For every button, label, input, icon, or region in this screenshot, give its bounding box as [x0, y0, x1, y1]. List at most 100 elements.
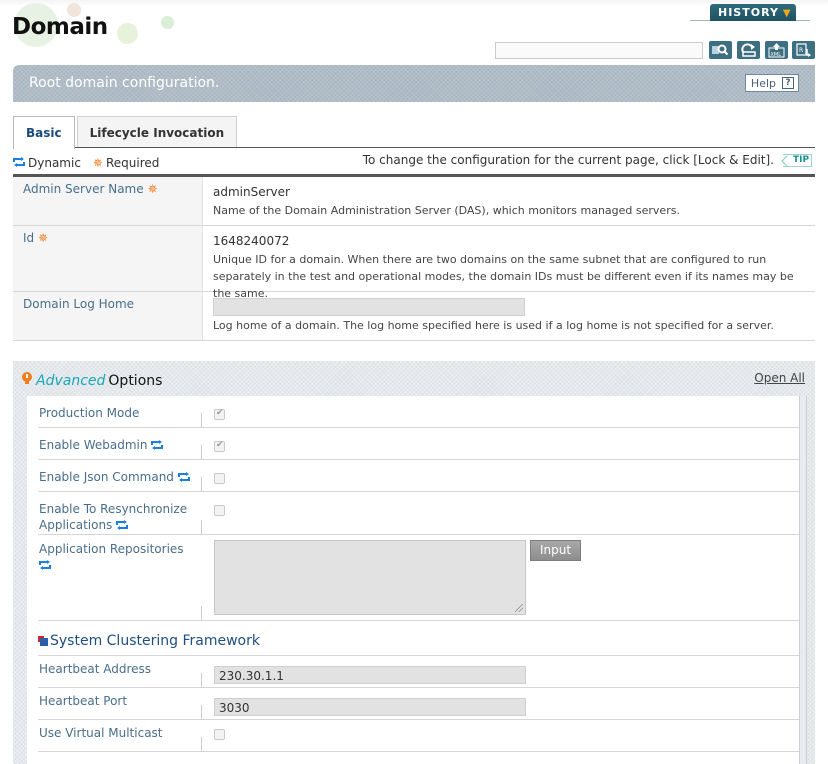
enable-json-command-checkbox[interactable] — [214, 473, 225, 484]
field-label-text: Use Virtual Multicast — [39, 726, 163, 740]
field-description: Log home of a domain. The log home speci… — [213, 319, 774, 332]
decorative-circle — [161, 16, 174, 29]
enable-resynchronize-checkbox[interactable] — [214, 505, 225, 516]
required-icon: ✵ — [38, 231, 49, 245]
refresh-button[interactable] — [737, 41, 760, 59]
dynamic-icon — [13, 156, 25, 170]
legend-required: ✵ Required — [93, 156, 159, 170]
search-button[interactable] — [709, 41, 732, 59]
field-enable-resynchronize-applications: Enable To Resynchronize Applications — [38, 492, 799, 535]
advanced-options-title: Advanced Options — [21, 372, 162, 389]
legend: Dynamic ✵ Required — [13, 156, 171, 170]
resize-grip[interactable] — [515, 604, 523, 612]
bulb-icon — [21, 372, 33, 389]
admin-server-name-value: adminServer — [213, 185, 290, 199]
dynamic-icon — [177, 470, 190, 486]
section-system-clustering: System Clustering Framework — [38, 621, 799, 656]
report-icon: R — [795, 42, 812, 58]
field-label: Heartbeat Port — [38, 688, 202, 719]
field-label: Application Repositories — [38, 535, 202, 620]
domain-log-home-input[interactable] — [213, 298, 525, 316]
chevron-down-icon: ▼ — [782, 8, 792, 19]
legend-dynamic-label: Dynamic — [28, 156, 81, 170]
tab-lifecycle-invocation[interactable]: Lifecycle Invocation — [76, 116, 238, 148]
field-label: Production Mode — [38, 396, 202, 427]
heartbeat-port-input[interactable]: 3030 — [214, 698, 526, 716]
tab-basic[interactable]: Basic — [13, 116, 75, 149]
page-title: Domain — [12, 14, 108, 40]
field-label: Heartbeat Address — [38, 656, 202, 687]
field-value: Log home of a domain. The log home speci… — [203, 292, 815, 340]
field-label-text: Heartbeat Port — [39, 694, 128, 708]
dynamic-icon — [116, 518, 129, 534]
field-heartbeat-address: Heartbeat Address 230.30.1.1 — [38, 656, 799, 688]
tip-badge: TIP — [783, 154, 813, 167]
input-button[interactable]: Input — [530, 540, 582, 561]
field-label: Enable Json Command — [38, 460, 202, 491]
refresh-icon — [740, 43, 757, 57]
question-icon: ? — [782, 77, 794, 89]
advanced-options-panel: Advanced Options Open All Production Mod… — [13, 361, 815, 764]
tab-label: Lifecycle Invocation — [89, 125, 225, 140]
field-value: 1648240072 Unique ID for a domain. When … — [203, 226, 815, 300]
search-input[interactable] — [495, 42, 703, 59]
field-label: Domain Log Home — [13, 292, 203, 340]
section-bullet-icon — [38, 636, 48, 646]
field-label: Admin Server Name ✵ — [13, 177, 203, 225]
field-id: Id ✵ 1648240072 Unique ID for a domain. W… — [13, 226, 815, 300]
open-all-link[interactable]: Open All — [754, 371, 805, 385]
field-label-text: Admin Server Name — [23, 182, 144, 196]
description-banner: Root domain configuration. Help ? — [13, 65, 815, 102]
field-enable-json-command: Enable Json Command — [38, 460, 799, 492]
history-label: HISTORY — [718, 6, 779, 19]
legend-required-label: Required — [105, 156, 160, 170]
field-application-repositories: Application Repositories Input — [38, 535, 799, 621]
use-virtual-multicast-checkbox[interactable] — [214, 729, 225, 740]
production-mode-checkbox[interactable] — [214, 408, 225, 420]
basic-form: Admin Server Name ✵ adminServer Name of t… — [13, 177, 815, 341]
search-icon — [712, 44, 729, 56]
field-label-text: Production Mode — [39, 406, 140, 420]
xml-export-icon: XML — [768, 42, 785, 58]
tab-label: Basic — [26, 126, 62, 140]
field-value: adminServer Name of the Domain Administr… — [203, 177, 815, 225]
decorative-circle — [117, 23, 138, 44]
id-value: 1648240072 — [213, 234, 290, 248]
dynamic-icon — [151, 438, 164, 454]
advanced-title-italic: Advanced — [36, 372, 106, 389]
history-button[interactable]: HISTORY ▼ — [710, 4, 796, 21]
field-label-text: Enable Webadmin — [39, 438, 148, 452]
field-admin-server-name: Admin Server Name ✵ adminServer Name of t… — [13, 177, 815, 226]
field-label-text: Id — [23, 231, 35, 245]
tip-text: To change the configuration for the curr… — [362, 153, 774, 167]
field-enable-webadmin: Enable Webadmin — [38, 428, 799, 460]
section-title: System Clustering Framework — [50, 633, 260, 649]
help-button[interactable]: Help ? — [744, 74, 799, 92]
field-label-text: Heartbeat Address — [39, 662, 152, 676]
tab-bar: Basic Lifecycle Invocation — [13, 116, 238, 149]
report-button[interactable]: R — [792, 41, 815, 59]
enable-webadmin-checkbox[interactable] — [214, 440, 225, 452]
field-label-text: Enable Json Command — [39, 470, 174, 484]
svg-text:XML: XML — [771, 52, 782, 58]
field-label-text: Domain Log Home — [23, 297, 135, 311]
top-strip — [0, 0, 828, 6]
heartbeat-address-input[interactable]: 230.30.1.1 — [214, 666, 526, 684]
advanced-title-rest: Options — [108, 372, 163, 389]
application-repositories-textarea[interactable] — [214, 540, 526, 615]
field-label: Enable To Resynchronize Applications — [38, 492, 202, 534]
required-icon: ✵ — [92, 156, 103, 170]
tab-divider — [13, 147, 815, 148]
field-label-text: Application Repositories — [39, 542, 184, 556]
banner-text: Root domain configuration. — [29, 75, 220, 91]
field-production-mode: Production Mode — [38, 396, 799, 428]
help-label: Help — [750, 76, 776, 90]
required-icon: ✵ — [147, 182, 158, 196]
field-description: Name of the Domain Administration Server… — [213, 204, 680, 217]
field-label-text: Enable To Resynchronize Applications — [39, 502, 188, 532]
scrollbar[interactable] — [799, 396, 807, 764]
dynamic-icon — [39, 558, 51, 574]
xml-export-button[interactable]: XML — [765, 41, 788, 59]
advanced-options-content: Production Mode Enable Webadmin Enable J… — [27, 396, 799, 764]
field-domain-log-home: Domain Log Home Log home of a domain. Th… — [13, 292, 815, 341]
